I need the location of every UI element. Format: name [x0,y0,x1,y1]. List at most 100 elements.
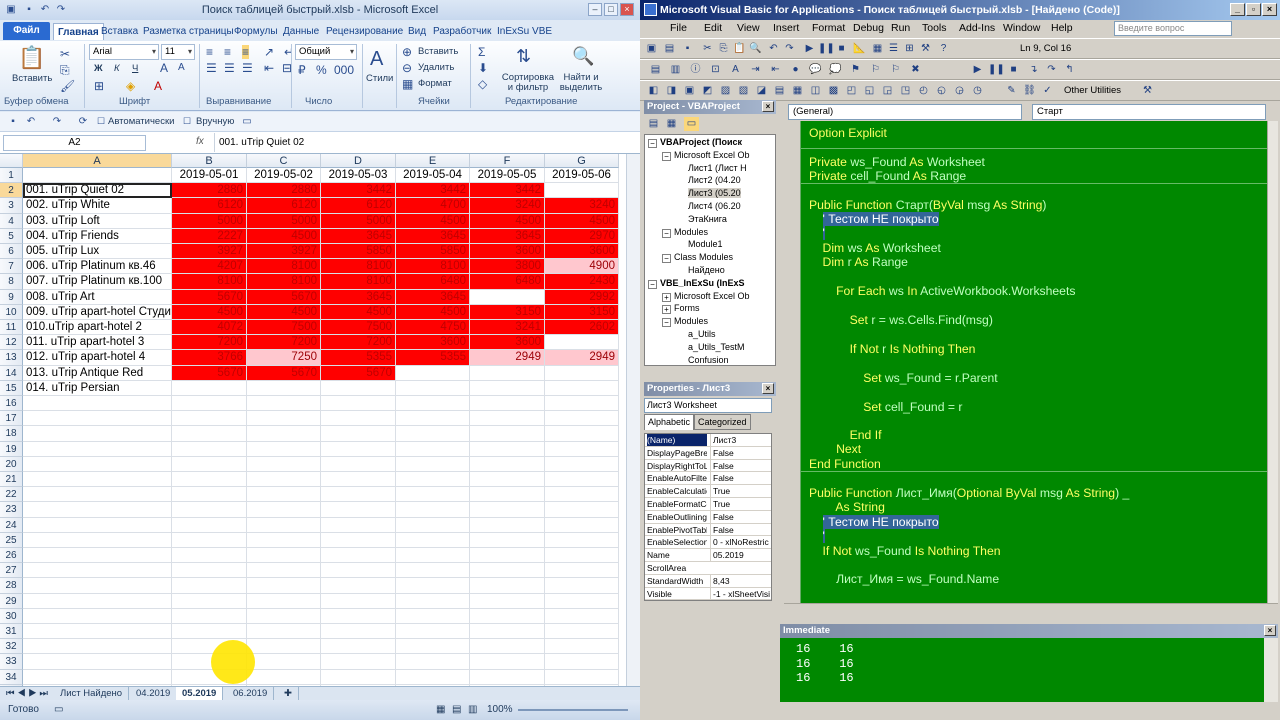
value-cell[interactable]: 3800 [470,259,545,275]
toggle-folders-icon[interactable]: ▭ [684,117,699,131]
cell[interactable] [545,456,619,472]
comment-block-icon[interactable]: 💬 [808,63,823,77]
cell[interactable] [470,426,545,442]
value-cell[interactable]: 4500 [545,213,619,229]
find-select-icon[interactable]: 🔍 [572,45,594,67]
value-cell[interactable]: 4500 [396,213,470,229]
property-row[interactable]: EnableAutoFilter False [645,472,771,486]
value-cell[interactable]: 6120 [247,198,321,214]
property-value[interactable]: 8,43 [710,574,771,587]
view-code-icon[interactable]: ▤ [646,117,661,131]
code-horizontal-scrollbar[interactable] [784,603,1278,617]
prev-bookmark-icon[interactable]: ⚐ [888,63,903,77]
cell[interactable] [172,396,247,412]
value-cell[interactable]: 5355 [396,350,470,366]
borders-icon[interactable]: ⊞ [94,79,104,93]
column-header-C[interactable]: C [247,154,321,168]
row-header[interactable]: 27 [0,563,23,579]
row-header[interactable]: 20 [0,456,23,472]
tab-data[interactable]: Данные [283,23,319,40]
other-utilities-menu[interactable]: Other Utilities [1064,85,1121,96]
cell[interactable] [470,532,545,548]
cell[interactable] [321,578,396,594]
refresh-icon[interactable]: ⟳ [76,115,90,128]
cell[interactable] [23,472,172,488]
properties-object-combo[interactable]: Лист3 Worksheet [644,398,772,413]
tree-item[interactable]: Лист2 (04.20 [688,175,741,185]
value-cell[interactable]: 6120 [172,198,247,214]
value-cell[interactable]: 7500 [321,320,396,336]
value-cell[interactable]: 7250 [247,350,321,366]
row-header[interactable]: 24 [0,517,23,533]
cell[interactable] [23,411,172,427]
value-cell[interactable] [321,380,396,396]
cell[interactable] [545,532,619,548]
cell[interactable] [545,426,619,442]
tab-page-layout[interactable]: Разметка страницы [143,23,234,40]
cell[interactable] [23,441,172,457]
cell[interactable] [23,608,172,624]
cell[interactable] [23,639,172,655]
tool-icon[interactable]: ◰ [844,84,859,98]
cell[interactable] [321,532,396,548]
value-cell[interactable]: 8100 [247,259,321,275]
bookmark-icon[interactable]: ⚑ [848,63,863,77]
name-cell[interactable]: 013. uTrip Antique Red [23,365,172,381]
tree-expand-icon[interactable]: − [662,151,671,161]
value-cell[interactable]: 2992 [545,289,619,305]
name-cell[interactable]: 001. uTrip Quiet 02 [23,183,172,199]
value-cell[interactable]: 3645 [321,228,396,244]
cell[interactable] [23,502,172,518]
property-row[interactable]: (Name) Лист3 [645,434,771,447]
property-row[interactable]: EnableCalculatio True [645,485,771,498]
tool-icon[interactable]: ▤ [772,84,787,98]
tab-home[interactable]: Главная [53,23,104,40]
cell[interactable] [23,456,172,472]
value-cell[interactable]: 3645 [396,289,470,305]
sheet-tab-04-2019[interactable]: 04.2019 [130,687,178,701]
cell[interactable] [470,654,545,670]
value-cell[interactable]: 3600 [396,335,470,351]
tool-icon[interactable]: ▧ [736,84,751,98]
quick-info-icon[interactable]: ⓘ [688,63,703,77]
cell[interactable] [470,669,545,685]
paste-icon[interactable]: 📋 [18,45,45,71]
value-cell[interactable]: 5670 [172,289,247,305]
font-size-combo[interactable]: 11 [161,44,195,60]
value-cell[interactable]: 7200 [321,335,396,351]
cell[interactable] [247,608,321,624]
tab-review[interactable]: Рецензирование [326,23,403,40]
cell[interactable] [470,396,545,412]
row-header[interactable]: 1 [0,168,23,184]
page-break-icon[interactable]: ▥ [468,700,477,720]
column-header-B[interactable]: B [172,154,247,168]
orientation-icon[interactable]: ↗ [264,45,274,59]
menu-addins[interactable]: Add-Ins [959,22,995,34]
menu-insert[interactable]: Insert [773,22,799,34]
page-layout-icon[interactable]: ▤ [452,700,461,720]
value-cell[interactable] [247,380,321,396]
cell[interactable] [247,441,321,457]
cell[interactable] [396,578,470,594]
toolbar-icon[interactable]: ▭ [240,115,254,128]
name-cell[interactable]: 009. uTrip apart-hotel Студи [23,304,172,320]
cell[interactable] [172,593,247,609]
close-button[interactable]: × [1262,3,1277,16]
macro-record-icon[interactable]: ▭ [54,700,63,720]
save-icon[interactable]: ▪ [6,115,20,128]
property-value[interactable]: False [710,446,771,459]
property-value[interactable]: True [710,485,771,498]
tree-item[interactable]: Microsoft Excel Ob [674,291,750,301]
outdent-icon[interactable]: ⇤ [768,63,783,77]
design-mode-icon[interactable]: 📐 [852,42,867,56]
close-button[interactable]: × [620,3,634,16]
cell[interactable] [172,426,247,442]
cell[interactable] [545,487,619,503]
tree-item[interactable]: Modules [674,227,708,237]
property-value[interactable]: False [710,459,771,472]
value-cell[interactable]: 2430 [545,274,619,290]
cell[interactable] [545,517,619,533]
row-header[interactable]: 21 [0,472,23,488]
value-cell[interactable] [545,183,619,199]
align-center-icon[interactable]: ☰ [224,61,235,75]
